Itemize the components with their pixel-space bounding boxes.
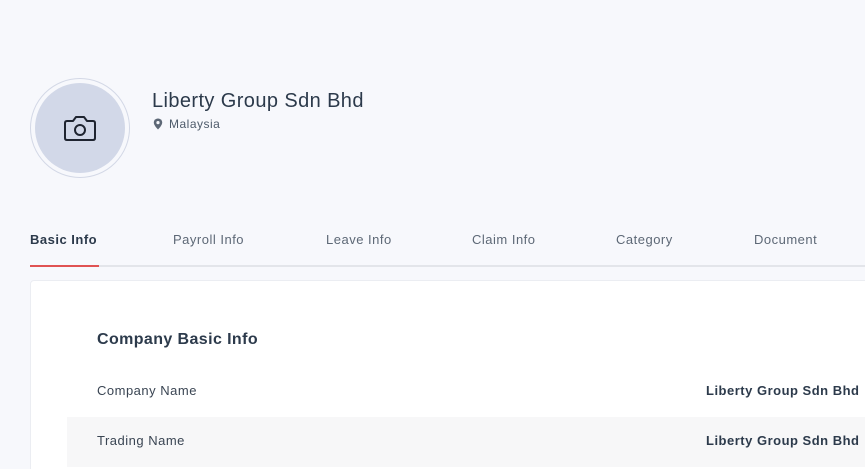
avatar-ring [30, 78, 130, 178]
info-row-trading-name: Trading Name Liberty Group Sdn Bhd [67, 417, 865, 467]
active-tab-indicator [30, 265, 99, 267]
tab-payroll-info[interactable]: Payroll Info [173, 232, 244, 247]
tab-basic-info[interactable]: Basic Info [30, 232, 97, 247]
row-value: Liberty Group Sdn Bhd [706, 433, 860, 448]
company-name-heading: Liberty Group Sdn Bhd [152, 90, 364, 112]
basic-info-card: Company Basic Info Company Name Liberty … [30, 280, 865, 469]
location-text: Malaysia [169, 117, 221, 131]
row-label: Trading Name [97, 433, 185, 448]
avatar-upload[interactable] [35, 83, 125, 173]
tab-bar: Basic Info Payroll Info Leave Info Claim… [30, 218, 865, 267]
company-profile-page: Liberty Group Sdn Bhd Malaysia Basic Inf… [0, 0, 865, 469]
camera-icon [64, 116, 96, 141]
tab-claim-info[interactable]: Claim Info [472, 232, 536, 247]
tab-document[interactable]: Document [754, 232, 817, 247]
row-value: Liberty Group Sdn Bhd [706, 383, 860, 398]
tab-category[interactable]: Category [616, 232, 673, 247]
row-label: Company Name [97, 383, 197, 398]
company-location: Malaysia [153, 117, 220, 131]
info-row-company-name: Company Name Liberty Group Sdn Bhd [67, 367, 865, 417]
section-title: Company Basic Info [97, 331, 259, 348]
map-pin-icon [153, 118, 163, 130]
tab-leave-info[interactable]: Leave Info [326, 232, 392, 247]
